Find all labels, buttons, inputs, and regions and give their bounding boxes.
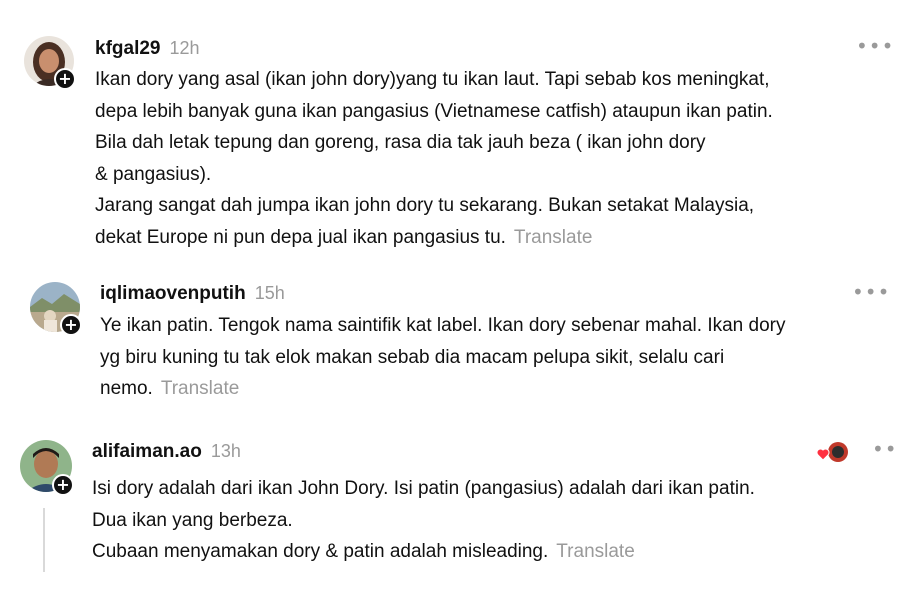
translate-link[interactable]: Translate	[161, 378, 240, 399]
username[interactable]: alifaiman.ao	[92, 441, 202, 463]
liked-by-author-icon	[816, 440, 848, 464]
avatar[interactable]: +	[20, 440, 74, 496]
comment-text: Ye ikan patin. Tengok nama saintifik kat…	[100, 310, 885, 405]
translate-link[interactable]: Translate	[514, 227, 593, 248]
avatar[interactable]: +	[24, 36, 76, 90]
username[interactable]: kfgal29	[95, 38, 160, 60]
timestamp: 12h	[169, 38, 200, 58]
timestamp: 15h	[254, 283, 285, 303]
timestamp: 13h	[210, 441, 241, 461]
more-horizontal-icon[interactable]: •••	[872, 437, 900, 461]
comment-text-content: Ikan dory yang asal (ikan john dory)yang…	[95, 69, 773, 248]
follow-plus-icon[interactable]: +	[60, 314, 82, 336]
author-avatar-with-heart-icon	[816, 442, 848, 462]
follow-plus-icon[interactable]: +	[54, 68, 76, 90]
comment-text-content: Isi dory adalah dari ikan John Dory. Isi…	[92, 478, 755, 562]
follow-plus-icon[interactable]: +	[52, 474, 74, 496]
translate-link[interactable]: Translate	[556, 541, 635, 562]
comment-text: Ikan dory yang asal (ikan john dory)yang…	[95, 64, 885, 253]
avatar[interactable]: +	[30, 282, 82, 336]
thread-line	[43, 508, 45, 572]
comment-text: Isi dory adalah dari ikan John Dory. Isi…	[92, 473, 882, 568]
more-horizontal-icon[interactable]: •••	[856, 34, 894, 58]
more-horizontal-icon[interactable]: •••	[852, 280, 890, 304]
username[interactable]: iqlimaovenputih	[100, 283, 246, 305]
